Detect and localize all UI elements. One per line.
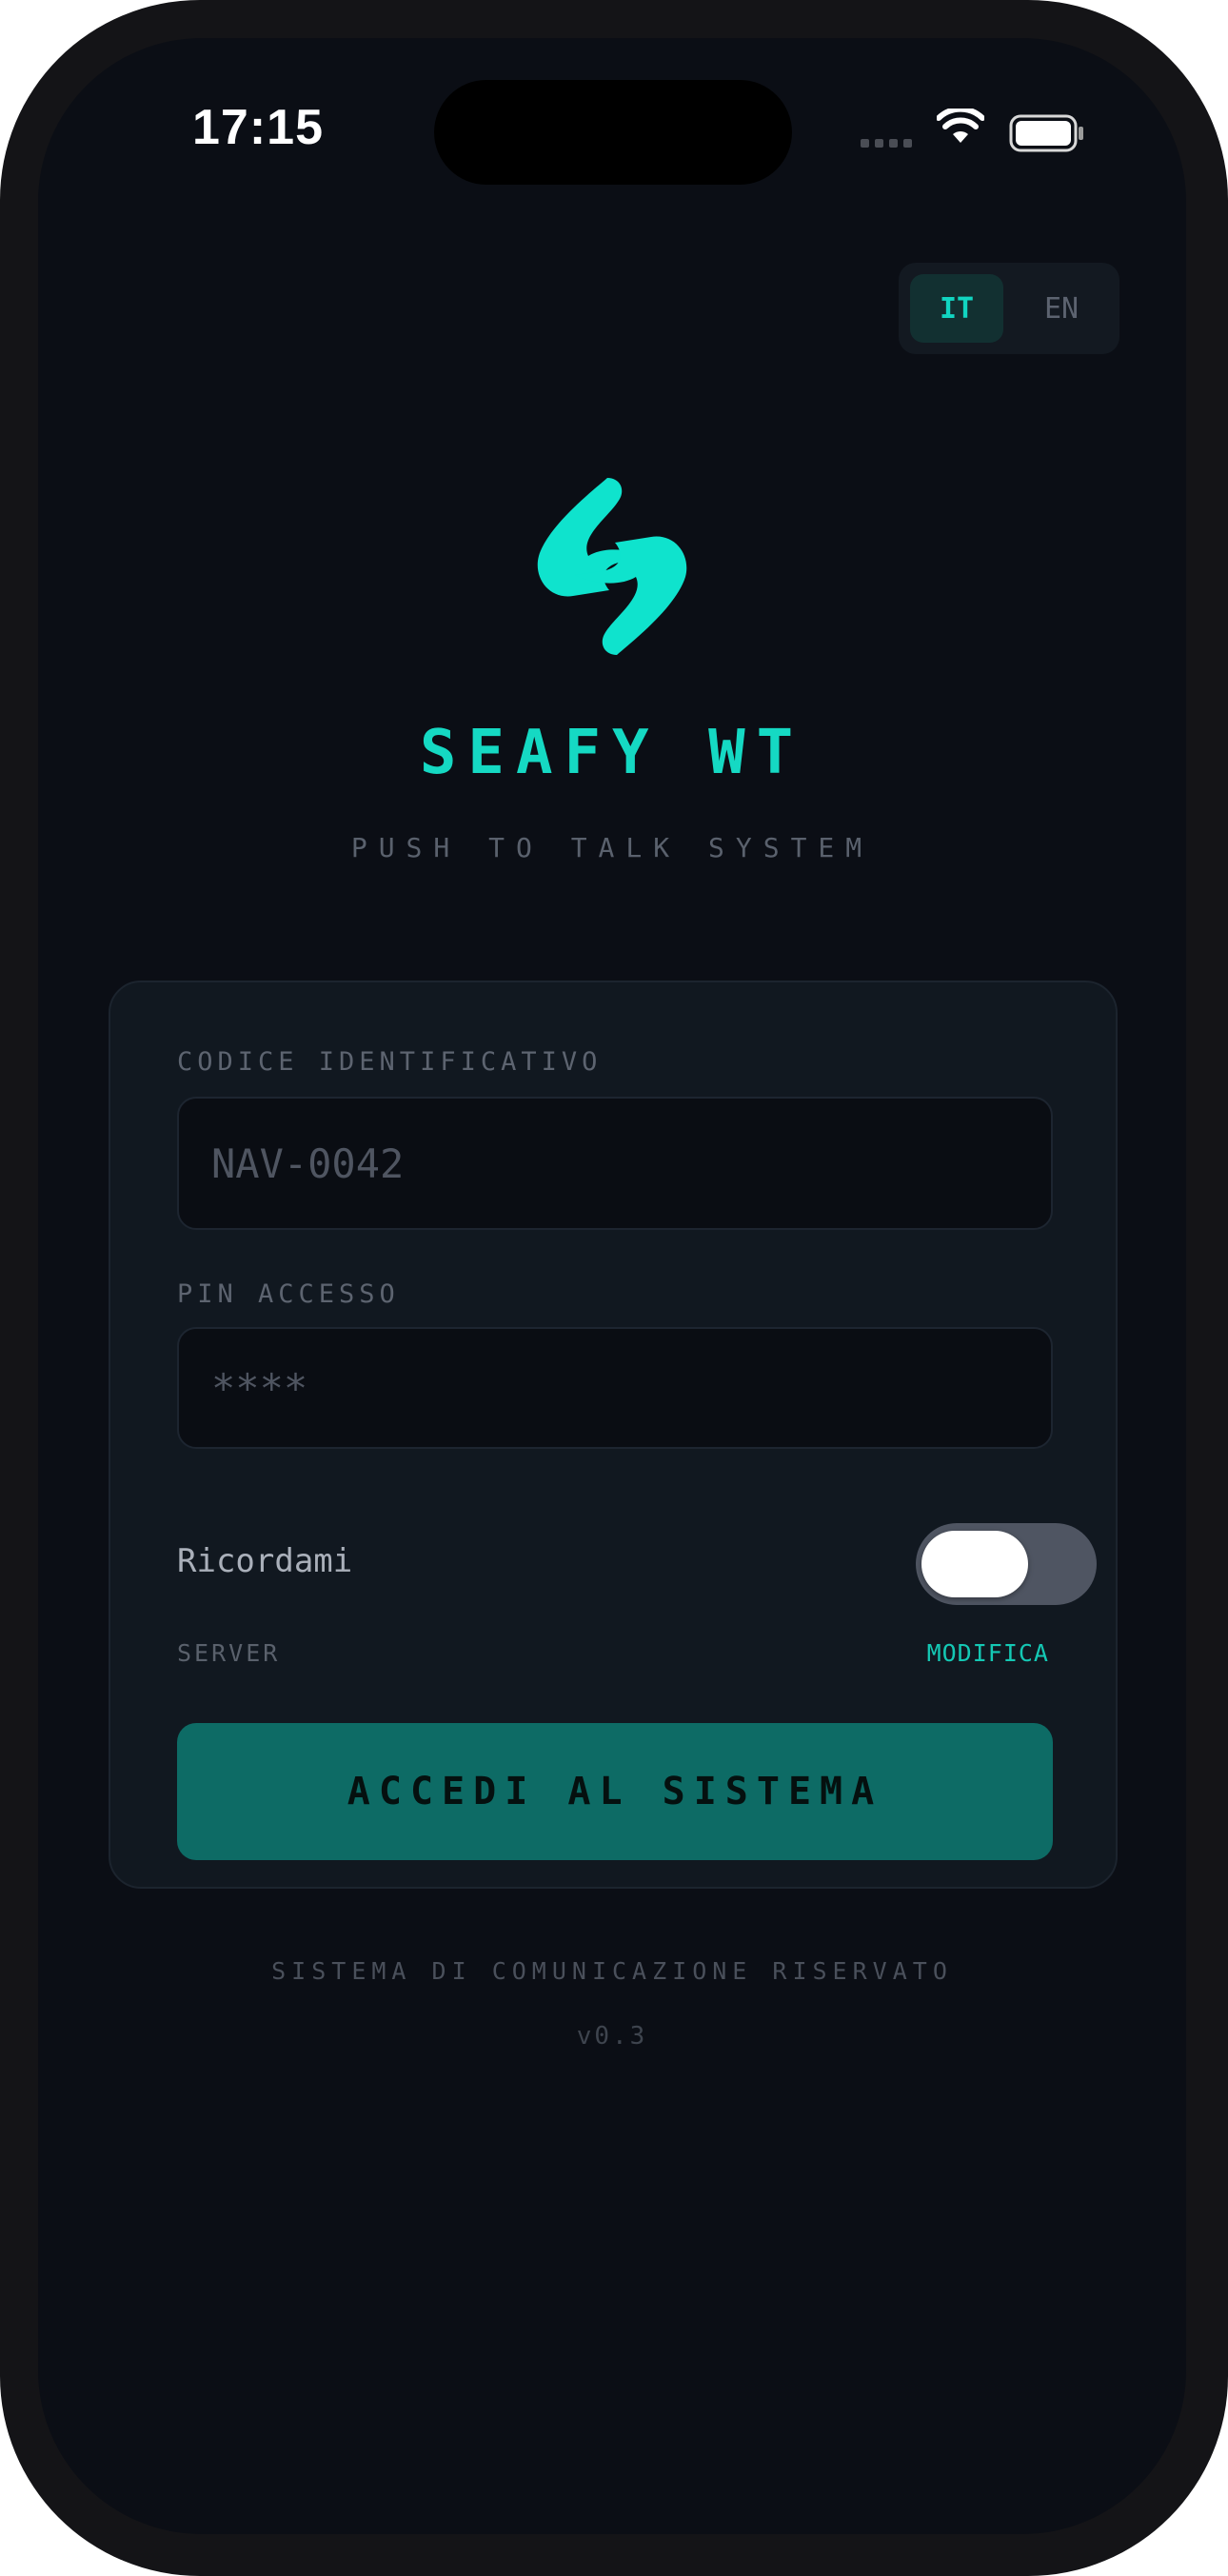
device-frame: 17:15 IT EN SEAFY WT PUSH TO TALK SYSTEM xyxy=(0,0,1228,2576)
signal-icon xyxy=(861,139,912,148)
dynamic-island xyxy=(434,80,792,185)
server-edit-link[interactable]: MODIFICA xyxy=(927,1639,1049,1667)
battery-icon xyxy=(1009,114,1083,152)
app-title: SEAFY WT xyxy=(419,718,805,788)
toggle-knob xyxy=(921,1531,1028,1597)
wifi-icon xyxy=(937,109,984,143)
app-logo-icon xyxy=(537,478,687,655)
app-version: v0.3 xyxy=(576,2022,648,2051)
status-time: 17:15 xyxy=(192,100,324,155)
code-input[interactable] xyxy=(211,1099,1011,1228)
code-field xyxy=(177,1097,1053,1230)
login-card: CODICE IDENTIFICATIVO PIN ACCESSO Ricord… xyxy=(109,981,1118,1889)
footer-note: SISTEMA DI COMUNICAZIONE RISERVATO xyxy=(271,1957,953,1985)
language-option-it[interactable]: IT xyxy=(910,274,1003,343)
pin-field xyxy=(177,1327,1053,1449)
server-label: SERVER xyxy=(177,1639,281,1667)
app-subtitle: PUSH TO TALK SYSTEM xyxy=(350,832,874,863)
app-screen: 17:15 IT EN SEAFY WT PUSH TO TALK SYSTEM xyxy=(38,38,1186,2534)
code-label: CODICE IDENTIFICATIVO xyxy=(177,1047,603,1077)
remember-label: Ricordami xyxy=(177,1542,353,1580)
pin-input[interactable] xyxy=(211,1329,1011,1447)
remember-toggle[interactable] xyxy=(916,1523,1097,1605)
language-option-en[interactable]: EN xyxy=(1015,274,1108,343)
language-toggle: IT EN xyxy=(899,263,1119,354)
login-button[interactable]: ACCEDI AL SISTEMA xyxy=(177,1723,1053,1860)
pin-label: PIN ACCESSO xyxy=(177,1279,400,1309)
